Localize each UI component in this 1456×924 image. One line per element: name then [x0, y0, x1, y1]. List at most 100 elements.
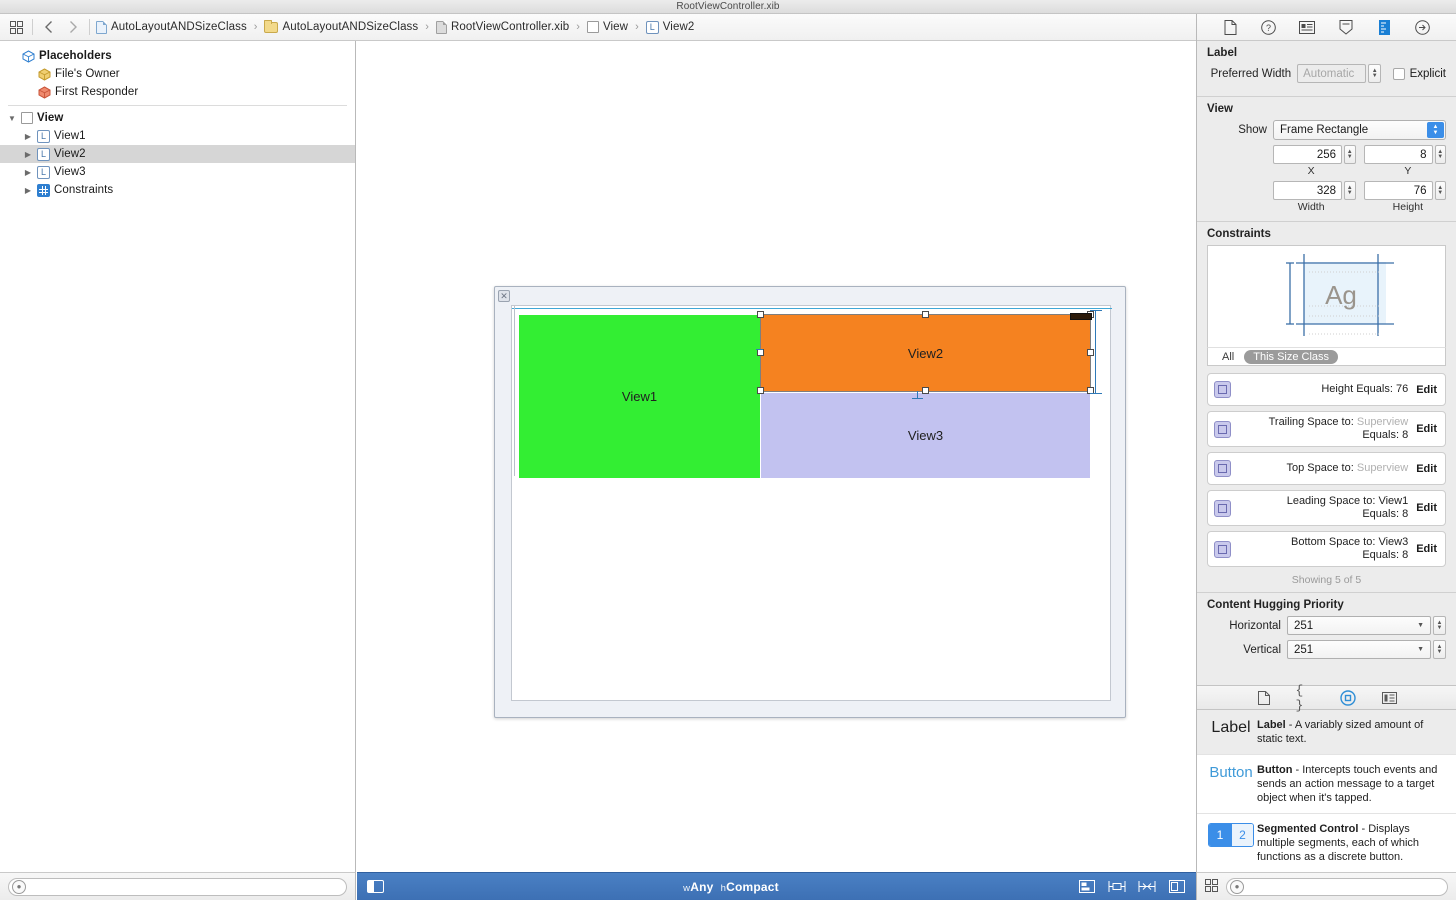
- breadcrumb-item-view2[interactable]: L View2: [644, 16, 697, 38]
- identity-inspector-tab[interactable]: [1296, 17, 1318, 37]
- outline-item-view3[interactable]: ▶ L View3: [0, 163, 355, 181]
- breadcrumb-item-xib[interactable]: RootViewController.xib: [434, 16, 571, 38]
- disclosure-triangle-icon[interactable]: ▶: [22, 148, 34, 160]
- frame-y-stepper[interactable]: ▲ ▼: [1434, 145, 1446, 164]
- constraint-edit-button[interactable]: Edit: [1416, 423, 1437, 435]
- outline-item-first-responder[interactable]: First Responder: [0, 83, 355, 101]
- preferred-width-input[interactable]: Automatic: [1297, 64, 1367, 83]
- library-grid-view-icon[interactable]: [1205, 878, 1218, 895]
- library-tab-bar[interactable]: { }: [1197, 683, 1456, 713]
- media-library-tab[interactable]: [1380, 689, 1400, 707]
- breadcrumb-item-project[interactable]: AutoLayoutANDSizeClass: [94, 16, 249, 38]
- quick-help-tab[interactable]: ?: [1258, 17, 1280, 37]
- outline-item-view2[interactable]: ▶ L View2: [0, 145, 355, 163]
- constraint-edit-button[interactable]: Edit: [1416, 543, 1437, 555]
- attributes-inspector-tab[interactable]: [1335, 17, 1357, 37]
- hugging-horizontal-stepper[interactable]: ▲ ▼: [1433, 616, 1446, 635]
- library-item-label[interactable]: Label Label - A variably sized amount of…: [1197, 710, 1456, 755]
- chevron-down-icon[interactable]: ▼: [1417, 622, 1424, 629]
- outline-item-view1[interactable]: ▶ L View1: [0, 127, 355, 145]
- pin-icon[interactable]: [1108, 880, 1126, 894]
- root-view[interactable]: View1 View2 View3: [511, 305, 1112, 701]
- breadcrumb-item-view[interactable]: View: [585, 16, 630, 38]
- constraint-edit-button[interactable]: Edit: [1416, 463, 1437, 475]
- code-snippet-library-tab[interactable]: { }: [1296, 683, 1316, 713]
- close-icon[interactable]: ✕: [498, 290, 510, 302]
- hugging-horizontal-combo[interactable]: 251 ▼: [1287, 616, 1431, 635]
- file-template-library-tab[interactable]: [1254, 689, 1274, 707]
- interface-builder-canvas[interactable]: ✕ View1 View2 View3: [357, 41, 1196, 872]
- constraint-edit-button[interactable]: Edit: [1416, 384, 1437, 396]
- resize-handle-top-left[interactable]: [757, 311, 764, 318]
- resize-handle-bottom-center[interactable]: [922, 387, 929, 394]
- scope-all-button[interactable]: All: [1222, 351, 1234, 363]
- outline-item-view[interactable]: ▼ View: [0, 109, 355, 127]
- size-class-indicator[interactable]: wAny hCompact: [683, 880, 779, 894]
- frame-width-input[interactable]: 328: [1273, 181, 1343, 200]
- inspector-panel[interactable]: ? Label Preferred Width Automatic ▲ ▼ Exp…: [1196, 14, 1456, 924]
- editor-grid-icon[interactable]: [4, 16, 28, 38]
- resize-handle-top-center[interactable]: [922, 311, 929, 318]
- constraint-row[interactable]: Top Space to: Superview Edit: [1207, 452, 1446, 485]
- inspector-tab-bar[interactable]: ?: [1197, 14, 1456, 41]
- constraint-row[interactable]: Leading Space to: View1 Equals: 8 Edit: [1207, 490, 1446, 526]
- chevron-right-icon[interactable]: [61, 16, 85, 38]
- disclosure-triangle-icon[interactable]: ▼: [6, 112, 18, 124]
- object-library-tab[interactable]: [1338, 689, 1358, 707]
- chevron-left-icon[interactable]: [37, 16, 61, 38]
- connections-inspector-tab[interactable]: [1412, 17, 1434, 37]
- chevron-updown-icon[interactable]: ▲ ▼: [1427, 122, 1444, 138]
- outline-item-files-owner[interactable]: File's Owner: [0, 65, 355, 83]
- leading-constraint-line[interactable]: [756, 349, 763, 350]
- size-inspector-tab[interactable]: [1373, 17, 1395, 37]
- explicit-checkbox[interactable]: [1393, 67, 1405, 80]
- disclosure-triangle-icon[interactable]: ▶: [22, 166, 34, 178]
- library-item-button[interactable]: Button Button - Intercepts touch events …: [1197, 755, 1456, 814]
- library-filter-text[interactable]: [1244, 880, 1447, 893]
- align-icon[interactable]: [1078, 880, 1096, 894]
- library-filter-input[interactable]: ●: [1226, 877, 1448, 896]
- device-frame[interactable]: ✕ View1 View2 View3: [494, 286, 1126, 718]
- hugging-vertical-combo[interactable]: 251 ▼: [1287, 640, 1431, 659]
- disclosure-triangle-icon[interactable]: ▶: [22, 184, 34, 196]
- canvas-view3[interactable]: View3: [761, 393, 1090, 478]
- frame-y-input[interactable]: 8: [1363, 145, 1433, 164]
- resize-handle-bottom-left[interactable]: [757, 387, 764, 394]
- resize-handle-middle-left[interactable]: [757, 349, 764, 356]
- constraints-scope-toggle[interactable]: All This Size Class: [1207, 347, 1446, 366]
- outline-item-constraints[interactable]: ▶ Constraints: [0, 181, 355, 199]
- disclosure-triangle-icon[interactable]: ▶: [22, 130, 34, 142]
- canvas-view2[interactable]: View2: [761, 315, 1090, 391]
- trailing-constraint-line[interactable]: [1095, 311, 1096, 393]
- constraints-preview[interactable]: Ag: [1207, 245, 1446, 347]
- chevron-down-icon[interactable]: ▼: [1417, 646, 1424, 653]
- constraint-row[interactable]: Height Equals: 76 Edit: [1207, 373, 1446, 406]
- file-inspector-tab[interactable]: [1219, 17, 1241, 37]
- breadcrumb-item-folder[interactable]: AutoLayoutANDSizeClass: [262, 16, 420, 38]
- show-popup-button[interactable]: Frame Rectangle ▲ ▼: [1273, 120, 1446, 140]
- frame-x-stepper[interactable]: ▲ ▼: [1344, 145, 1356, 164]
- constraint-badge[interactable]: [1070, 313, 1092, 320]
- document-outline-panel[interactable]: Placeholders File's Owner First Responde…: [0, 41, 356, 872]
- constraint-edit-button[interactable]: Edit: [1416, 502, 1437, 514]
- canvas-view1[interactable]: View1: [519, 315, 760, 478]
- resolve-icon[interactable]: [1138, 880, 1156, 894]
- frame-width-stepper[interactable]: ▲ ▼: [1344, 181, 1356, 200]
- segment-2: 2: [1231, 824, 1253, 846]
- hugging-vertical-stepper[interactable]: ▲ ▼: [1433, 640, 1446, 659]
- constraint-row[interactable]: Bottom Space to: View3 Equals: 8 Edit: [1207, 531, 1446, 567]
- frame-x-input[interactable]: 256: [1273, 145, 1343, 164]
- canvas-bottom-bar[interactable]: wAny hCompact: [357, 872, 1196, 900]
- outline-filter-text[interactable]: [26, 880, 346, 893]
- inspector-content[interactable]: Label Preferred Width Automatic ▲ ▼ Expli…: [1197, 41, 1456, 685]
- scope-this-size-class-button[interactable]: This Size Class: [1244, 349, 1339, 364]
- constraint-row[interactable]: Trailing Space to: Superview Equals: 8 E…: [1207, 411, 1446, 447]
- preferred-width-stepper[interactable]: ▲ ▼: [1368, 64, 1381, 83]
- resize-handle-middle-right[interactable]: [1087, 349, 1094, 356]
- outline-filter-input[interactable]: ●: [8, 877, 347, 896]
- frame-height-input[interactable]: 76: [1363, 181, 1433, 200]
- frame-height-stepper[interactable]: ▲ ▼: [1434, 181, 1446, 200]
- library-item-segmented-control[interactable]: 1 2 Segmented Control - Displays multipl…: [1197, 814, 1456, 873]
- resize-icon[interactable]: [1168, 880, 1186, 894]
- left-panel-toggle-icon[interactable]: [367, 880, 384, 893]
